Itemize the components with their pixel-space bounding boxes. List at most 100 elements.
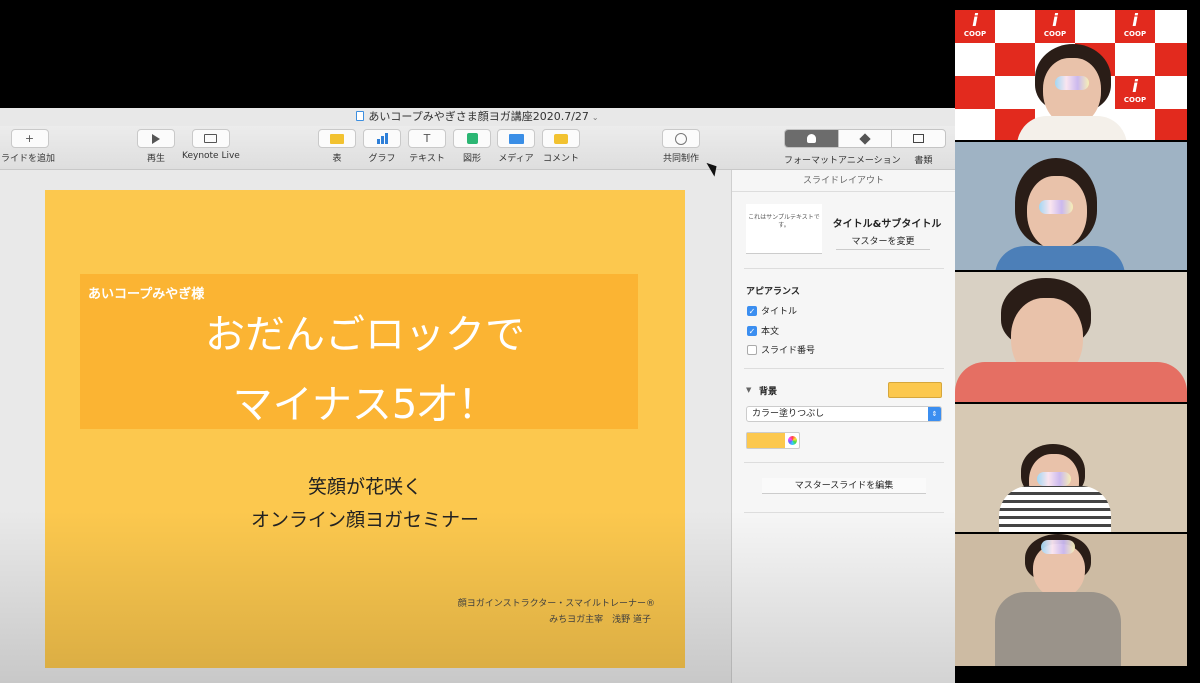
text-icon: T bbox=[408, 129, 446, 148]
add-slide-button[interactable]: + スライドを追加 bbox=[0, 129, 55, 164]
chart-icon bbox=[376, 133, 388, 144]
title-checkbox[interactable]: ✓ タイトル bbox=[747, 304, 797, 317]
layout-name: タイトル&サブタイトル bbox=[832, 219, 942, 230]
plus-icon: + bbox=[10, 129, 49, 148]
participant-video-2[interactable] bbox=[955, 142, 1187, 270]
table-label: 表 bbox=[332, 154, 342, 164]
comment-label: コメント bbox=[542, 154, 579, 164]
layout-thumbnail[interactable]: これはサンプルテキストです。 bbox=[746, 204, 822, 254]
slide-credit-line2: みちヨガ主宰 浅野 道子 bbox=[549, 615, 651, 625]
add-slide-label: スライドを追加 bbox=[0, 154, 56, 164]
slide-subtitle-line1: 笑顔が花咲く bbox=[307, 476, 422, 498]
document-label: 書類 bbox=[914, 156, 933, 166]
inspector-panel: スライドレイアウト これはサンプルテキストです。 タイトル&サブタイトル マスタ… bbox=[731, 170, 955, 683]
document-tab[interactable] bbox=[892, 130, 945, 147]
title-checkbox-label: タイトル bbox=[761, 307, 798, 317]
media-label: メディア bbox=[498, 154, 534, 164]
paintbrush-icon bbox=[806, 134, 816, 143]
fill-type-value: カラー塗りつぶし bbox=[752, 409, 825, 419]
body-checkbox[interactable]: ✓ 本文 bbox=[747, 324, 779, 337]
butterfly-sticker-icon bbox=[1039, 200, 1073, 214]
inspector-segmented-control bbox=[784, 129, 946, 148]
coop-logo-tile bbox=[1155, 43, 1187, 76]
checkmark-icon: ✓ bbox=[747, 325, 757, 336]
participant-video-3[interactable] bbox=[955, 272, 1187, 402]
coop-logo-tile bbox=[995, 43, 1035, 76]
change-master-button[interactable]: マスターを変更 bbox=[836, 235, 930, 250]
shape-icon bbox=[466, 133, 478, 144]
slide-subtitle-line2: オンライン顔ヨガセミナー bbox=[250, 509, 479, 531]
monitor-icon bbox=[204, 134, 218, 143]
checkbox-box bbox=[747, 344, 757, 355]
comment-icon bbox=[554, 133, 568, 144]
segmented-labels: フォーマット アニメーション 書類 bbox=[784, 153, 946, 166]
background-color-swatch[interactable] bbox=[888, 382, 942, 398]
comment-button[interactable]: コメント bbox=[542, 129, 580, 164]
keynote-live-label: Keynote Live bbox=[182, 151, 240, 161]
play-icon bbox=[152, 133, 160, 144]
disclosure-triangle-icon[interactable]: ▼ bbox=[746, 386, 751, 394]
coop-logo: i COOP bbox=[1123, 77, 1147, 105]
chart-label: グラフ bbox=[368, 154, 396, 164]
participant-shirt bbox=[999, 486, 1111, 532]
divider bbox=[744, 512, 944, 513]
participant-shirt bbox=[955, 362, 1187, 402]
play-button[interactable]: 再生 bbox=[137, 129, 175, 164]
color-wheel-icon[interactable] bbox=[785, 433, 799, 448]
play-label: 再生 bbox=[146, 154, 165, 164]
participant-video-5[interactable] bbox=[955, 534, 1187, 666]
divider bbox=[744, 368, 944, 369]
text-button[interactable]: T テキスト bbox=[408, 129, 446, 164]
format-label: フォーマット bbox=[784, 156, 839, 166]
text-label: テキスト bbox=[409, 154, 445, 164]
inspector-header: スライドレイアウト bbox=[732, 170, 955, 192]
keynote-live-button[interactable]: Keynote Live bbox=[182, 129, 240, 161]
butterfly-sticker-icon bbox=[1041, 540, 1075, 554]
shape-button[interactable]: 図形 bbox=[453, 129, 491, 164]
collaborate-button[interactable]: 共同制作 bbox=[662, 129, 700, 164]
butterfly-sticker-icon bbox=[1055, 76, 1089, 90]
checkmark-icon: ✓ bbox=[747, 305, 757, 316]
background-heading: 背景 bbox=[759, 387, 778, 397]
slide-credit-line1: 顔ヨガインストラクター・スマイルトレーナー® bbox=[457, 599, 655, 609]
coop-logo: i COOP bbox=[1123, 11, 1147, 39]
participant-shirt bbox=[1017, 116, 1127, 140]
table-icon bbox=[330, 133, 344, 144]
color-well-swatch[interactable] bbox=[747, 433, 785, 448]
window-title: あいコープみやぎさま顔ヨガ講座2020.7/27 bbox=[368, 110, 589, 123]
shape-label: 図形 bbox=[462, 154, 481, 164]
participant-shirt bbox=[995, 592, 1121, 666]
table-button[interactable]: 表 bbox=[318, 129, 356, 164]
window-titlebar: あいコープみやぎさま顔ヨガ講座2020.7/27 ⌄ bbox=[0, 108, 955, 126]
animate-label: アニメーション bbox=[838, 156, 901, 166]
slide-title-line1: おだんごロックで bbox=[205, 312, 525, 358]
format-tab[interactable] bbox=[785, 130, 839, 147]
fill-type-select[interactable]: カラー塗りつぶし ⇕ bbox=[746, 406, 942, 422]
divider bbox=[744, 268, 944, 269]
participant-video-1[interactable]: i COOP i COOP i COOP i COOP bbox=[955, 10, 1187, 140]
slide-number-label: スライド番号 bbox=[761, 346, 816, 356]
select-arrows-icon: ⇕ bbox=[928, 407, 941, 421]
edit-master-slide-button[interactable]: マスタースライドを編集 bbox=[762, 478, 926, 494]
chart-button[interactable]: グラフ bbox=[363, 129, 401, 164]
slide[interactable]: あいコープみやぎ様 おだんごロックで マイナス5才！ 笑顔が花咲く オンライン顔… bbox=[45, 190, 685, 668]
slide-tag: あいコープみやぎ様 bbox=[88, 287, 205, 302]
slide-number-checkbox[interactable]: スライド番号 bbox=[747, 343, 815, 356]
color-well[interactable] bbox=[746, 432, 800, 449]
divider bbox=[744, 462, 944, 463]
media-button[interactable]: メディア bbox=[497, 129, 535, 164]
participant-shirt bbox=[995, 246, 1125, 270]
collaborate-icon bbox=[675, 132, 687, 145]
shared-screen: あいコープみやぎさま顔ヨガ講座2020.7/27⌄ + スライドを追加 再生 K… bbox=[0, 108, 955, 683]
slide-title-line2: マイナス5才！ bbox=[232, 382, 498, 428]
document-icon bbox=[356, 111, 365, 121]
coop-logo: i COOP bbox=[963, 11, 987, 39]
media-icon bbox=[508, 133, 524, 144]
slide-canvas[interactable]: あいコープみやぎ様 おだんごロックで マイナス5才！ 笑顔が花咲く オンライン顔… bbox=[0, 170, 731, 683]
chevron-down-icon[interactable]: ⌄ bbox=[592, 113, 599, 122]
coop-logo-tile bbox=[955, 76, 995, 109]
participant-video-4[interactable] bbox=[955, 404, 1187, 532]
collaborate-label: 共同制作 bbox=[662, 154, 699, 164]
appearance-heading: アピアランス bbox=[746, 287, 800, 297]
animate-tab[interactable] bbox=[839, 130, 893, 147]
